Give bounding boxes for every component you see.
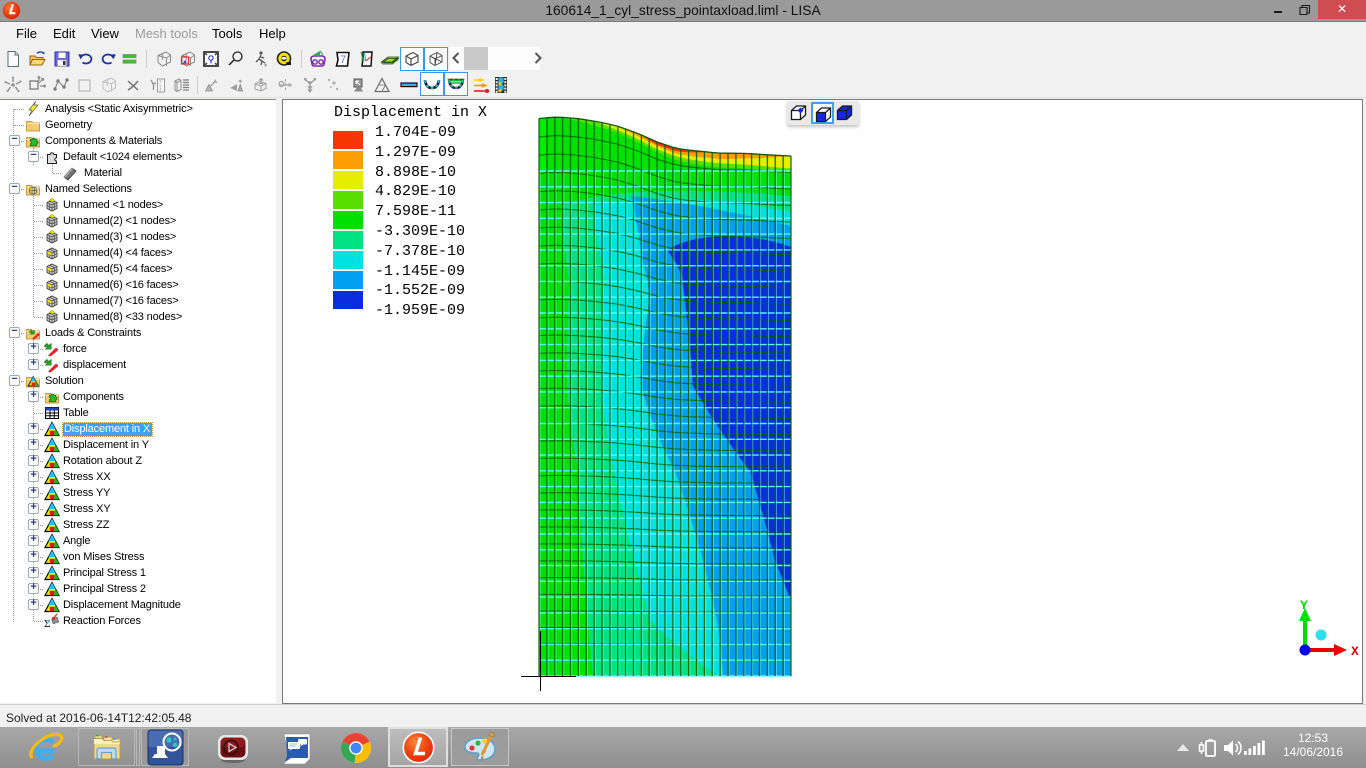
svg-text:z: z [159, 87, 162, 93]
svg-text:X: X [1351, 644, 1359, 659]
svg-text:7: 7 [340, 54, 346, 66]
svg-text:Y: Y [1300, 598, 1308, 613]
